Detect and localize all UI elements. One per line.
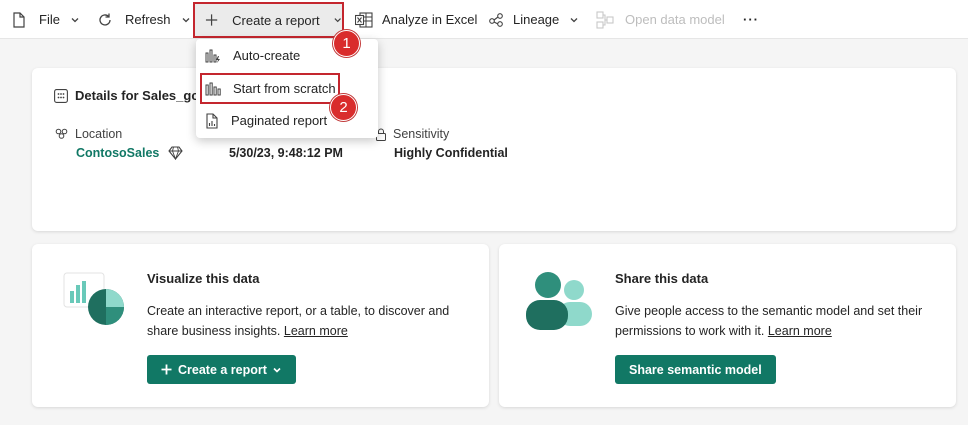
lineage-icon: [489, 12, 503, 27]
toolbar: File Refresh Create a report Analyze in …: [0, 0, 968, 39]
paginated-report-icon: [206, 112, 218, 129]
refreshed-value: 5/30/23, 9:48:12 PM: [229, 146, 343, 160]
file-menu[interactable]: File: [12, 0, 80, 39]
lineage-label: Lineage: [513, 12, 560, 27]
analyze-in-excel-button[interactable]: Analyze in Excel: [355, 0, 477, 39]
bar-chart-icon: [205, 82, 221, 95]
chevron-down-icon: [273, 367, 281, 373]
sensitivity-label-row: Sensitivity: [375, 127, 449, 141]
create-report-label: Create a report: [232, 12, 320, 28]
sensitivity-value: Highly Confidential: [394, 146, 508, 160]
share-people-illustration-icon: [526, 272, 592, 330]
visualize-illustration-icon: [63, 272, 124, 325]
callout-badge-2: 2: [330, 94, 357, 121]
visualize-card: Visualize this data Create an interactiv…: [32, 244, 489, 407]
visualize-learn-more-link[interactable]: Learn more: [284, 324, 348, 338]
share-card: Share this data Give people access to th…: [499, 244, 956, 407]
visualize-desc-line2: share business insights.: [147, 324, 281, 338]
more-icon: ···: [743, 12, 759, 27]
dataset-icon: [54, 88, 68, 103]
details-title: Details for Sales_gc: [75, 88, 199, 103]
premium-diamond-icon: [168, 146, 184, 160]
refresh-icon: [99, 13, 111, 26]
chevron-down-icon: [334, 18, 341, 23]
share-semantic-model-button[interactable]: Share semantic model: [615, 355, 776, 384]
visualize-desc-line1: Create an interactive report, or a table…: [147, 304, 450, 318]
visualize-description: Create an interactive report, or a table…: [147, 301, 449, 341]
share-description: Give people access to the semantic model…: [615, 301, 922, 341]
location-link[interactable]: ContosoSales: [76, 146, 159, 160]
visualize-create-report-button[interactable]: Create a report: [147, 355, 296, 384]
plus-icon: [205, 14, 218, 26]
refresh-label: Refresh: [125, 12, 171, 27]
chevron-down-icon: [570, 17, 578, 22]
share-desc-line2: permissions to work with it.: [615, 324, 765, 338]
visualize-title: Visualize this data: [147, 271, 260, 286]
open-data-model-label: Open data model: [625, 12, 725, 27]
workspace-icon: [55, 128, 68, 139]
details-card: Details for Sales_gc Location ContosoSal…: [32, 68, 956, 231]
paginated-report-label: Paginated report: [231, 113, 328, 128]
share-button-label: Share semantic model: [629, 362, 762, 377]
chevron-down-icon: [182, 17, 189, 22]
file-label: File: [39, 12, 60, 27]
callout-badge-1: 1: [333, 30, 360, 57]
details-header: Details for Sales_gc: [54, 88, 199, 103]
start-from-scratch-label: Start from scratch: [233, 81, 336, 96]
location-label-row: Location: [54, 127, 122, 141]
excel-icon: [355, 11, 373, 28]
chevron-down-icon: [71, 17, 79, 22]
location-label: Location: [75, 127, 123, 141]
auto-create-icon: [205, 49, 220, 63]
visualize-button-label: Create a report: [178, 362, 267, 377]
auto-create-label: Auto-create: [233, 48, 301, 63]
file-icon: [13, 11, 25, 28]
data-model-icon: [596, 10, 614, 29]
refresh-menu[interactable]: Refresh: [97, 0, 191, 39]
location-value-row: ContosoSales: [76, 146, 184, 160]
sensitivity-label: Sensitivity: [393, 127, 450, 141]
menu-item-start-from-scratch[interactable]: Start from scratch: [200, 73, 340, 104]
create-report-button[interactable]: Create a report: [193, 2, 344, 38]
analyze-in-excel-label: Analyze in Excel: [382, 12, 478, 27]
share-learn-more-link[interactable]: Learn more: [768, 324, 832, 338]
share-desc-line1: Give people access to the semantic model…: [615, 304, 923, 318]
lineage-menu[interactable]: Lineage: [488, 0, 579, 39]
share-title: Share this data: [615, 271, 709, 286]
more-options-button[interactable]: ···: [743, 0, 759, 39]
plus-icon: [161, 364, 172, 375]
open-data-model-button[interactable]: Open data model: [596, 0, 725, 39]
